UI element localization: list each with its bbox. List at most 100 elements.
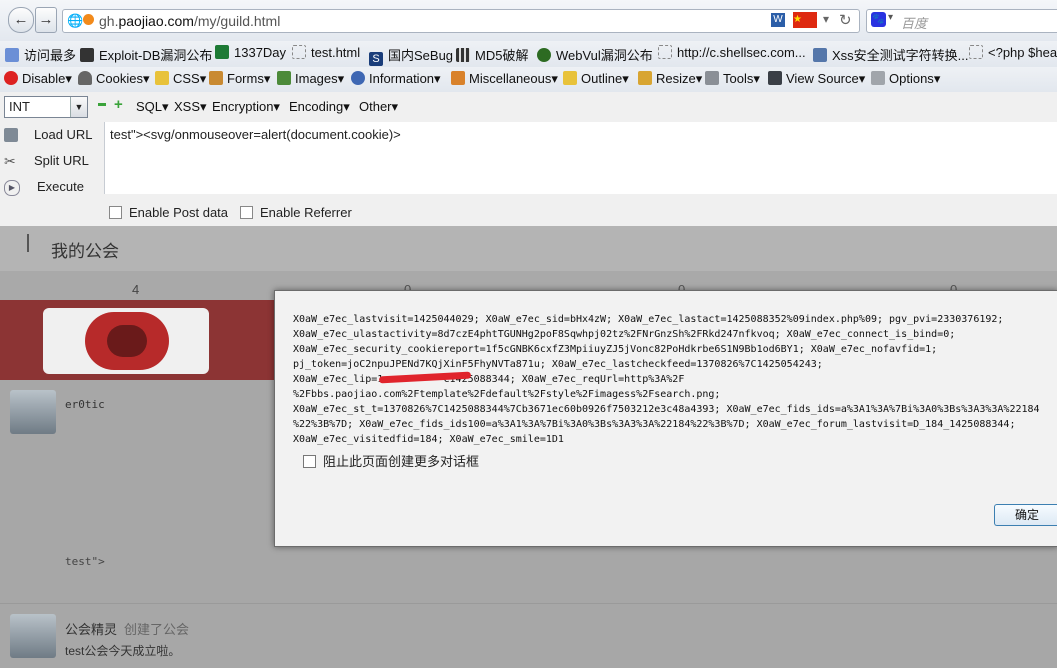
pencil-icon: [155, 71, 169, 85]
pencil-icon: [563, 71, 577, 85]
minus-icon[interactable]: [98, 103, 106, 106]
bookmark-php[interactable]: <?php $hea: [969, 45, 1057, 60]
bookmark-xss-test[interactable]: Xss安全测试字符转换...: [813, 45, 969, 64]
menu-resize[interactable]: Resize▾: [638, 71, 702, 87]
type-select[interactable]: INT ▼: [4, 96, 88, 118]
cookie-line: X0aW_e7ec_lastvisit=1425044029; X0aW_e7e…: [293, 314, 1004, 325]
menu-miscellaneous[interactable]: Miscellaneous▾: [451, 71, 558, 87]
menu-label: Miscellaneous: [469, 71, 552, 86]
baidu-paw-icon[interactable]: 🐾: [871, 12, 886, 27]
avatar[interactable]: [10, 614, 56, 658]
menu-css[interactable]: CSS▾: [155, 71, 206, 87]
hackbar-menu-encryption[interactable]: Encryption▾: [212, 99, 280, 115]
prevent-dialogs-checkbox[interactable]: 阻止此页面创建更多对话框: [303, 451, 479, 470]
activity-username[interactable]: 公会精灵: [65, 619, 117, 638]
menu-tools[interactable]: Tools▾: [705, 71, 760, 87]
cookie-line: X0aW_e7ec_security_cookiereport=1f5cGNBK…: [293, 344, 938, 355]
address-bar[interactable]: 🌐 gh.paojiao.com/my/guild.html W ★ ▾ ↻: [62, 9, 860, 33]
avatar[interactable]: [10, 390, 56, 434]
misc-icon: [451, 71, 465, 85]
menu-label: Encryption: [212, 99, 274, 114]
search-box[interactable]: 🐾 ▾ 百度: [866, 9, 1057, 33]
menu-cookies[interactable]: Cookies▾: [78, 71, 150, 87]
cookie-line: X0aW_e7ec_lip=1 C1425088344; X0aW_e7ec_r…: [293, 374, 685, 385]
ok-button[interactable]: 确定: [994, 504, 1057, 526]
enable-post-checkbox[interactable]: Enable Post data: [109, 205, 228, 220]
china-flag-icon: ★: [793, 12, 817, 28]
enable-referrer-label: Enable Referrer: [260, 205, 352, 220]
hackbar-menu-encoding[interactable]: Encoding▾: [289, 99, 350, 115]
cookie-line: pj_token=joC2npuJPENd7KQjXinF5FhyNVTa871…: [293, 359, 823, 370]
hackbar-menu-other[interactable]: Other▾: [359, 99, 398, 115]
bookmark-label: WebVul漏洞公布: [556, 48, 653, 63]
1337day-icon: [215, 45, 229, 59]
checkbox-box[interactable]: [109, 206, 122, 219]
globe-icon: 🌐: [67, 13, 84, 28]
menu-label: Options: [889, 71, 934, 86]
bookmark-shellsec[interactable]: http://c.shellsec.com...: [658, 45, 806, 60]
url-path: /my/guild.html: [193, 13, 281, 29]
url-text[interactable]: gh.paojiao.com/my/guild.html: [99, 13, 280, 29]
url-host: gh.: [99, 13, 119, 29]
plus-icon[interactable]: +: [114, 96, 123, 113]
exploit-db-icon: [80, 48, 94, 62]
guild-logo: [43, 308, 209, 374]
menu-images[interactable]: Images▾: [277, 71, 344, 87]
checkbox-box[interactable]: [240, 206, 253, 219]
menu-outline[interactable]: Outline▾: [563, 71, 629, 87]
navigation-bar: ← → 🌐 gh.paojiao.com/my/guild.html W ★ ▾…: [0, 0, 1057, 42]
prevent-dialogs-label: 阻止此页面创建更多对话框: [323, 454, 480, 469]
chevron-down-icon[interactable]: ▼: [70, 97, 87, 117]
web-developer-toolbar: Disable▾ Cookies▾ CSS▾ Forms▾ Images▾ In…: [0, 67, 1057, 93]
activity-action: 创建了公会: [124, 622, 190, 637]
engine-dropdown-icon[interactable]: ▾: [888, 12, 893, 23]
menu-information[interactable]: Information▾: [351, 71, 441, 87]
bookmark-exploit-db[interactable]: Exploit-DB漏洞公布: [80, 45, 212, 64]
dropdown-arrow-icon[interactable]: ▾: [823, 12, 829, 26]
menu-label: Encoding: [289, 99, 344, 114]
webvul-icon: [537, 48, 551, 62]
sebug-icon: S: [369, 52, 383, 66]
cookie-line: %22%3B%7D; X0aW_e7ec_fids_ids100=a%3A1%3…: [293, 419, 1016, 430]
menu-label: CSS: [173, 71, 200, 86]
post-username[interactable]: er0tic: [65, 398, 105, 411]
execute-label: Execute: [37, 179, 84, 194]
bookmark-most-visited[interactable]: 访问最多: [5, 45, 76, 64]
hackbar-menu-xss[interactable]: XSS▾: [174, 99, 207, 115]
checkbox-box[interactable]: [303, 455, 316, 468]
post-text: test">: [65, 555, 105, 568]
alert-dialog: X0aW_e7ec_lastvisit=1425044029; X0aW_e7e…: [274, 290, 1057, 547]
bookmark-label: http://c.shellsec.com...: [677, 45, 806, 60]
url-payload-textarea[interactable]: test"><svg/onmouseover=alert(document.co…: [104, 122, 1057, 194]
menu-label: XSS: [174, 99, 201, 114]
page-header: 我的公会: [0, 226, 1057, 271]
bookmark-md5[interactable]: MD5破解: [456, 45, 528, 64]
menu-disable[interactable]: Disable▾: [4, 71, 72, 87]
cookie-line: X0aW_e7ec_ulastactivity=8d7czE4phtTGUNHg…: [293, 329, 956, 340]
menu-forms[interactable]: Forms▾: [209, 71, 270, 87]
bookmark-webvul[interactable]: WebVul漏洞公布: [537, 45, 653, 64]
menu-view-source[interactable]: View Source▾: [768, 71, 865, 87]
activity-text: test公会今天成立啦。: [65, 644, 181, 658]
image-icon: [277, 71, 291, 85]
logo-ring: [85, 312, 169, 370]
menu-options[interactable]: Options▾: [871, 71, 940, 87]
back-button[interactable]: ←: [8, 7, 34, 33]
search-placeholder[interactable]: 百度: [901, 13, 927, 32]
forward-button[interactable]: →: [35, 7, 57, 33]
reload-icon[interactable]: ↻: [839, 11, 852, 29]
load-icon: [4, 128, 18, 142]
url-domain: paojiao.com: [118, 13, 194, 29]
enable-referrer-checkbox[interactable]: Enable Referrer: [240, 205, 352, 220]
bookmark-label: Xss安全测试字符转换...: [832, 48, 969, 63]
hackbar-menu-sql[interactable]: SQL▾: [136, 99, 169, 115]
md5-icon: [456, 48, 470, 62]
bookmark-1337day[interactable]: 1337Day: [215, 45, 286, 60]
cookie-line: X0aW_e7ec_visitedfid=184; X0aW_e7ec_smil…: [293, 434, 564, 445]
bookmark-sebug[interactable]: S 国内SeBug: [369, 45, 453, 66]
bookmark-label: <?php $hea: [988, 45, 1057, 60]
bookmark-test-html[interactable]: test.html: [292, 45, 360, 60]
word-icon[interactable]: W: [771, 13, 785, 27]
split-url-label: Split URL: [34, 153, 89, 168]
menu-label: Forms: [227, 71, 264, 86]
